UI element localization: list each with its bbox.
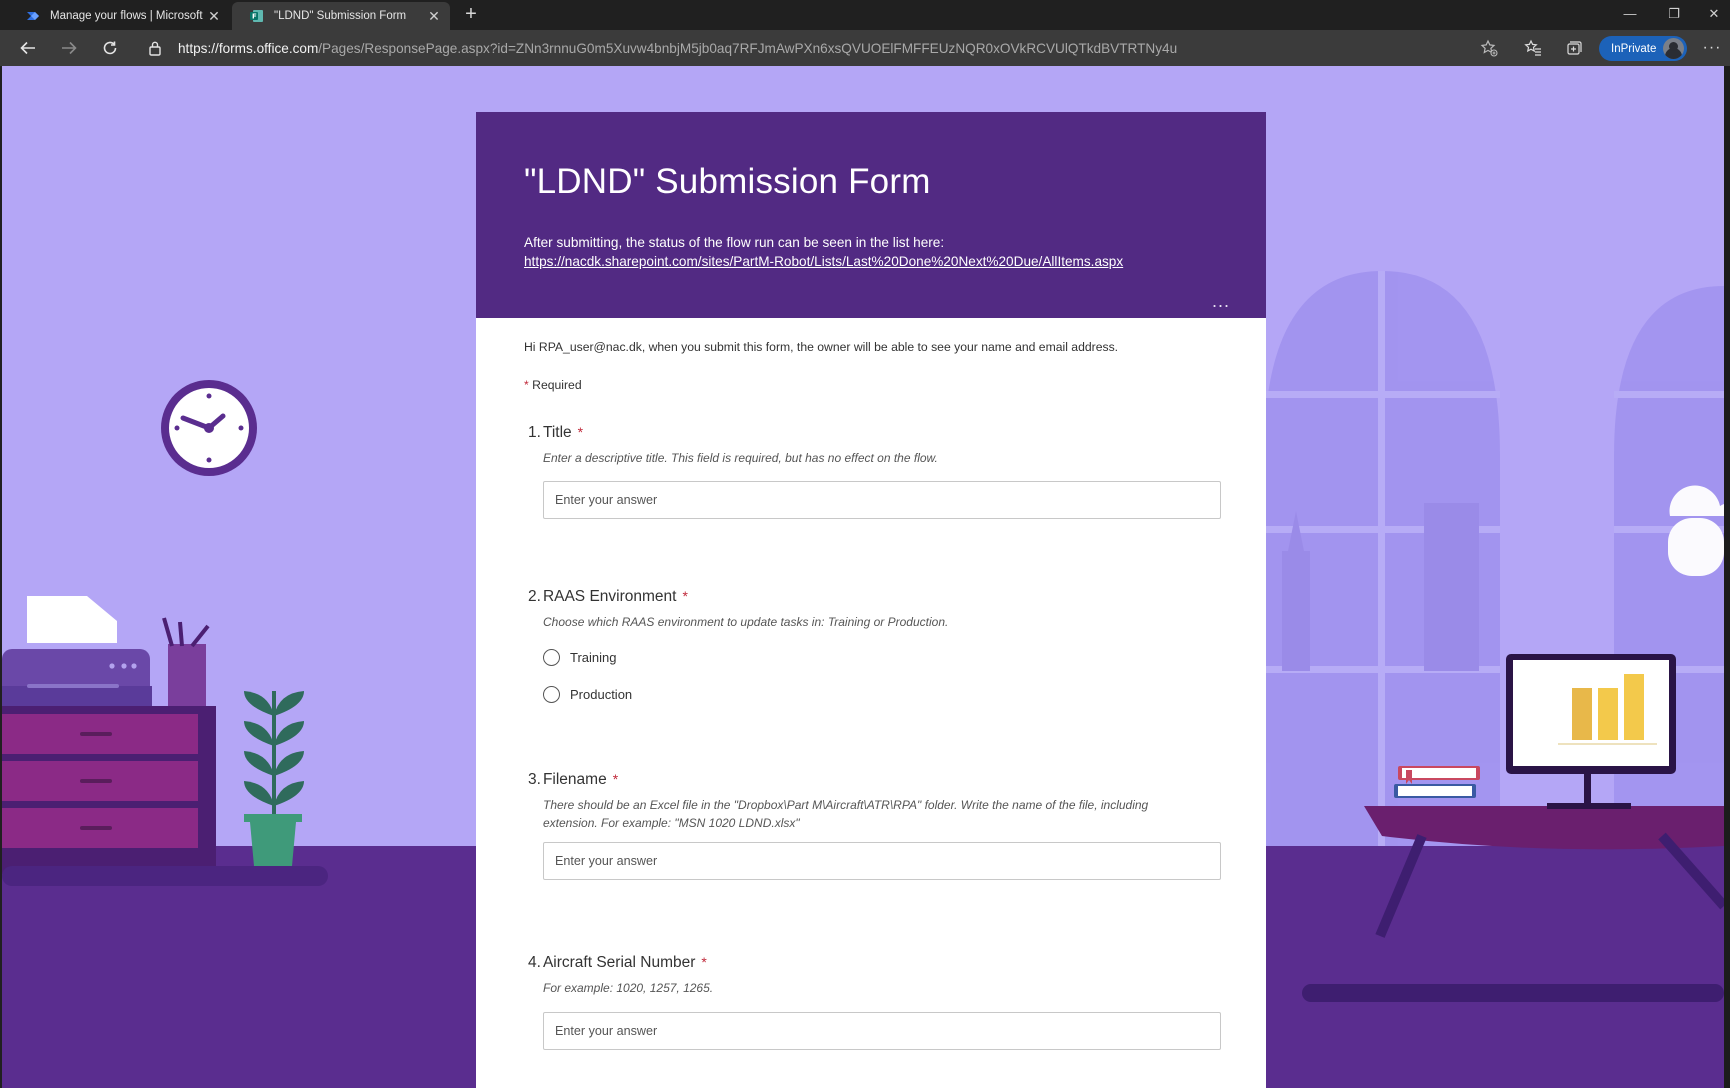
question-subtitle: Enter a descriptive title. This field is… bbox=[543, 451, 938, 465]
required-star: * bbox=[577, 424, 584, 440]
sharepoint-list-link[interactable]: https://nacdk.sharepoint.com/sites/PartM… bbox=[524, 252, 1123, 271]
question-label: Title bbox=[542, 424, 572, 441]
required-star: * bbox=[682, 588, 688, 604]
forward-arrow-icon bbox=[62, 41, 77, 55]
question-filename: 3. Filename * There should be an Excel f… bbox=[528, 771, 1228, 880]
form-description-text: After submitting, the status of the flow… bbox=[524, 235, 945, 250]
required-star: * bbox=[701, 954, 707, 970]
collections-icon bbox=[1567, 41, 1582, 55]
radio-label: Production bbox=[570, 687, 633, 702]
inprivate-badge[interactable]: InPrivate bbox=[1599, 36, 1687, 61]
tab-label: Manage your flows | Microsoft P bbox=[50, 10, 206, 22]
radio-circle[interactable] bbox=[543, 686, 560, 703]
close-window-button[interactable]: ✕ bbox=[1694, 2, 1730, 26]
address-toolbar: https://forms.office.com/Pages/ResponseP… bbox=[0, 30, 1730, 66]
radio-production[interactable]: Production bbox=[543, 685, 1228, 705]
question-title: 1. Title * Enter a descriptive title. Th… bbox=[528, 424, 1228, 519]
more-options-button[interactable]: ... bbox=[1212, 292, 1230, 310]
refresh-icon bbox=[103, 41, 117, 55]
question-number: 2. bbox=[528, 588, 541, 605]
favorites-icon bbox=[1524, 39, 1541, 56]
form-header: "LDND" Submission Form After submitting,… bbox=[476, 112, 1266, 318]
question-label: Filename bbox=[542, 771, 607, 788]
question-subtitle: For example: 1020, 1257, 1265. bbox=[543, 981, 714, 995]
scrollbar-track[interactable] bbox=[1724, 66, 1730, 1088]
svg-text:F: F bbox=[252, 13, 257, 21]
question-number: 3. bbox=[528, 771, 541, 788]
question-aircraft-serial: 4. Aircraft Serial Number * For example:… bbox=[528, 954, 1228, 1050]
close-tab-icon[interactable]: ✕ bbox=[426, 8, 442, 25]
question-subtitle: There should be an Excel file in the "Dr… bbox=[543, 798, 1149, 830]
form-title: "LDND" Submission Form bbox=[524, 162, 931, 201]
question-raas-environment: 2. RAAS Environment * Choose which RAAS … bbox=[528, 588, 1228, 705]
more-dots-icon: ··· bbox=[1702, 39, 1722, 56]
new-tab-button[interactable]: + bbox=[460, 4, 482, 26]
back-arrow-icon bbox=[20, 41, 35, 55]
url-host: forms.office.com bbox=[218, 40, 319, 56]
settings-more-button[interactable]: ··· bbox=[1698, 34, 1726, 62]
radio-label: Training bbox=[570, 650, 617, 665]
question-label: Aircraft Serial Number bbox=[542, 954, 696, 971]
radio-circle[interactable] bbox=[543, 649, 560, 666]
forward-button[interactable] bbox=[55, 34, 83, 62]
question-label: RAAS Environment bbox=[542, 588, 677, 605]
question-number: 1. bbox=[528, 424, 541, 441]
form-card: "LDND" Submission Form After submitting,… bbox=[476, 112, 1266, 1088]
filename-input[interactable] bbox=[543, 842, 1221, 880]
add-favorite-button[interactable] bbox=[1475, 34, 1503, 62]
question-heading: 4. Aircraft Serial Number * bbox=[528, 954, 1228, 972]
address-bar[interactable]: https://forms.office.com/Pages/ResponseP… bbox=[148, 34, 1448, 62]
forms-icon: F bbox=[250, 10, 263, 22]
aircraft-serial-input[interactable] bbox=[543, 1011, 1221, 1050]
form-description: After submitting, the status of the flow… bbox=[524, 233, 1123, 271]
collections-button[interactable] bbox=[1560, 34, 1588, 62]
url-scheme: https:// bbox=[178, 40, 219, 56]
inprivate-label: InPrivate bbox=[1611, 42, 1657, 55]
tab-bar: Manage your flows | Microsoft P ✕ F "LDN… bbox=[0, 0, 1730, 30]
question-heading: 3. Filename * bbox=[528, 771, 1228, 789]
required-legend: * Required bbox=[524, 378, 582, 392]
required-star: * bbox=[612, 771, 619, 787]
favorites-button[interactable] bbox=[1519, 34, 1547, 62]
question-heading: 2. RAAS Environment * bbox=[528, 588, 1228, 606]
power-automate-icon bbox=[27, 12, 39, 20]
clock-illustration bbox=[161, 380, 257, 476]
url-path: /Pages/ResponsePage.aspx?id=ZNn3rnnuG0m5… bbox=[318, 40, 1178, 56]
question-subtitle: Choose which RAAS environment to update … bbox=[543, 615, 949, 629]
tab-ldnd-form[interactable]: F "LDND" Submission Form ✕ bbox=[232, 2, 450, 30]
lock-icon[interactable] bbox=[148, 40, 164, 56]
profile-avatar bbox=[1663, 38, 1684, 59]
tab-manage-flows[interactable]: Manage your flows | Microsoft P ✕ bbox=[8, 2, 230, 30]
privacy-notice: Hi RPA_user@nac.dk, when you submit this… bbox=[524, 340, 1119, 354]
page-background: "LDND" Submission Form After submitting,… bbox=[2, 66, 1724, 1088]
back-button[interactable] bbox=[14, 34, 42, 62]
minimize-button[interactable]: — bbox=[1610, 2, 1650, 26]
radio-training[interactable]: Training bbox=[543, 648, 1228, 668]
tab-label: "LDND" Submission Form bbox=[274, 10, 407, 22]
question-number: 4. bbox=[528, 954, 541, 971]
form-body: Hi RPA_user@nac.dk, when you submit this… bbox=[476, 318, 1266, 1088]
plant-illustration bbox=[244, 691, 304, 866]
refresh-button[interactable] bbox=[96, 34, 124, 62]
close-tab-icon[interactable]: ✕ bbox=[206, 8, 222, 25]
required-label: Required bbox=[532, 378, 582, 392]
restore-button[interactable]: ❐ bbox=[1654, 2, 1694, 26]
required-star: * bbox=[524, 378, 529, 392]
question-heading: 1. Title * bbox=[528, 424, 1228, 442]
star-plus-icon bbox=[1480, 39, 1498, 57]
title-input[interactable] bbox=[543, 480, 1221, 519]
